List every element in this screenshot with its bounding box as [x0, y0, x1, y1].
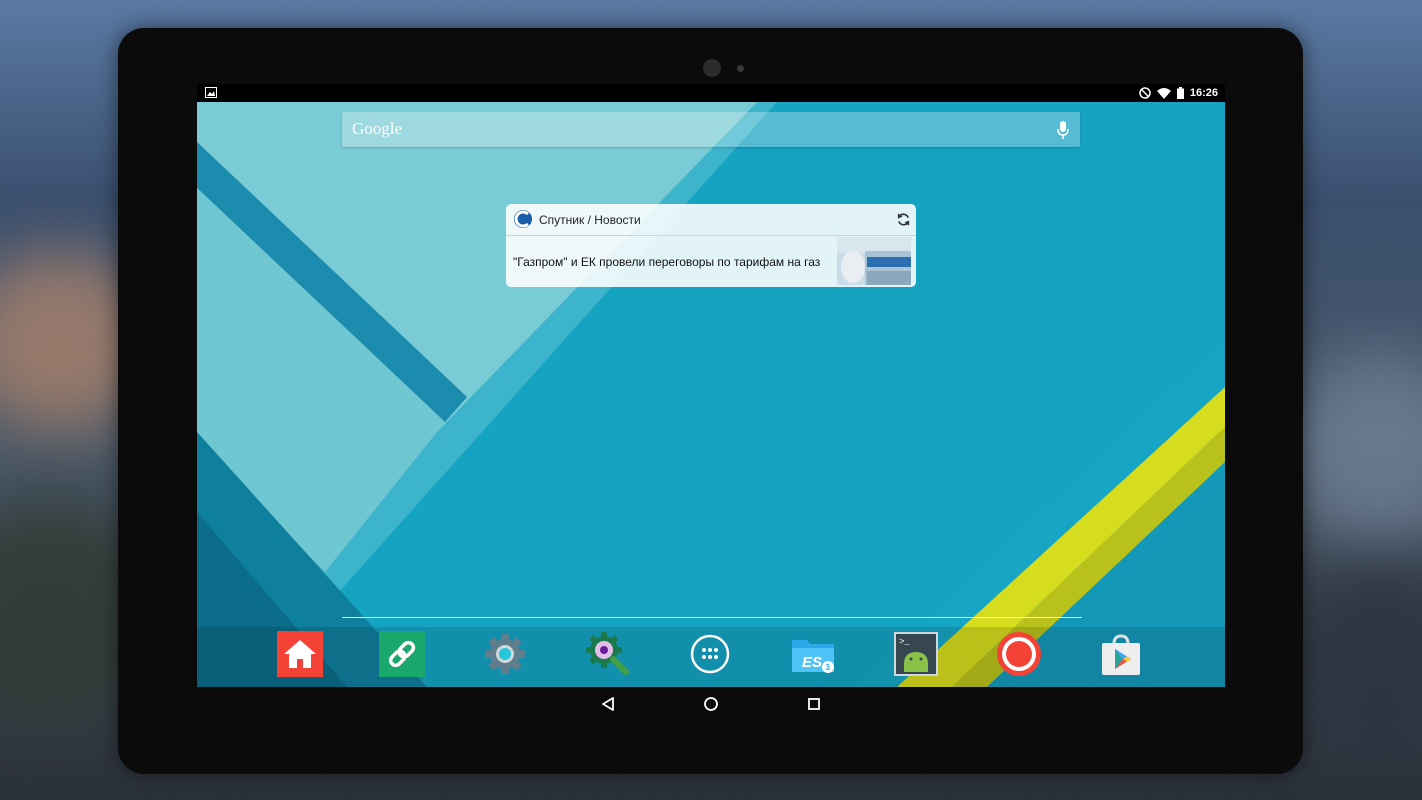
background-blur	[1290, 350, 1422, 550]
play-store-icon[interactable]	[1097, 630, 1145, 678]
svg-text:>_: >_	[899, 637, 910, 647]
svg-text:ES: ES	[802, 654, 822, 671]
google-logo: Google	[352, 119, 403, 138]
battery-icon	[1176, 87, 1184, 99]
record-icon[interactable]	[995, 630, 1043, 678]
link-icon[interactable]	[378, 630, 426, 678]
google-search-bar[interactable]: Google	[342, 112, 1080, 147]
settings-gear-icon[interactable]	[481, 630, 529, 678]
app-drawer-icon[interactable]	[686, 630, 734, 678]
image-notification-icon	[205, 87, 217, 98]
wifi-icon	[1156, 87, 1171, 99]
home-circle-icon[interactable]	[701, 694, 721, 714]
android-terminal-icon[interactable]: >_	[892, 630, 940, 678]
news-thumbnail[interactable]	[837, 237, 911, 285]
dock-divider	[342, 617, 1082, 618]
recents-square-icon[interactable]	[804, 694, 824, 714]
front-camera	[703, 59, 721, 77]
do-not-disturb-icon	[1139, 87, 1151, 99]
mic-icon[interactable]	[1056, 120, 1070, 140]
news-widget-header: Спутник / Новости	[506, 204, 916, 236]
light-sensor	[737, 65, 744, 72]
refresh-icon[interactable]	[896, 212, 911, 227]
news-widget[interactable]: Спутник / Новости "Газпром" и ЕК провели…	[506, 204, 916, 287]
status-icons: 16:26	[1139, 86, 1218, 100]
search-gear-icon[interactable]	[584, 630, 632, 678]
back-triangle-icon[interactable]	[598, 694, 618, 714]
status-time: 16:26	[1189, 87, 1218, 99]
sputnik-logo-icon	[514, 210, 532, 228]
home-icon[interactable]	[276, 630, 324, 678]
es-file-explorer-icon[interactable]: ES 3	[789, 630, 837, 678]
news-widget-title: Спутник / Новости	[539, 213, 641, 227]
svg-text:3: 3	[826, 663, 831, 672]
status-bar: 16:26	[197, 84, 1225, 102]
news-headline[interactable]: "Газпром" и ЕК провели переговоры по тар…	[513, 255, 820, 269]
home-screen: 16:26 Google Спутник / Новости "Газпром"…	[197, 84, 1225, 687]
material-wallpaper	[197, 102, 1225, 687]
